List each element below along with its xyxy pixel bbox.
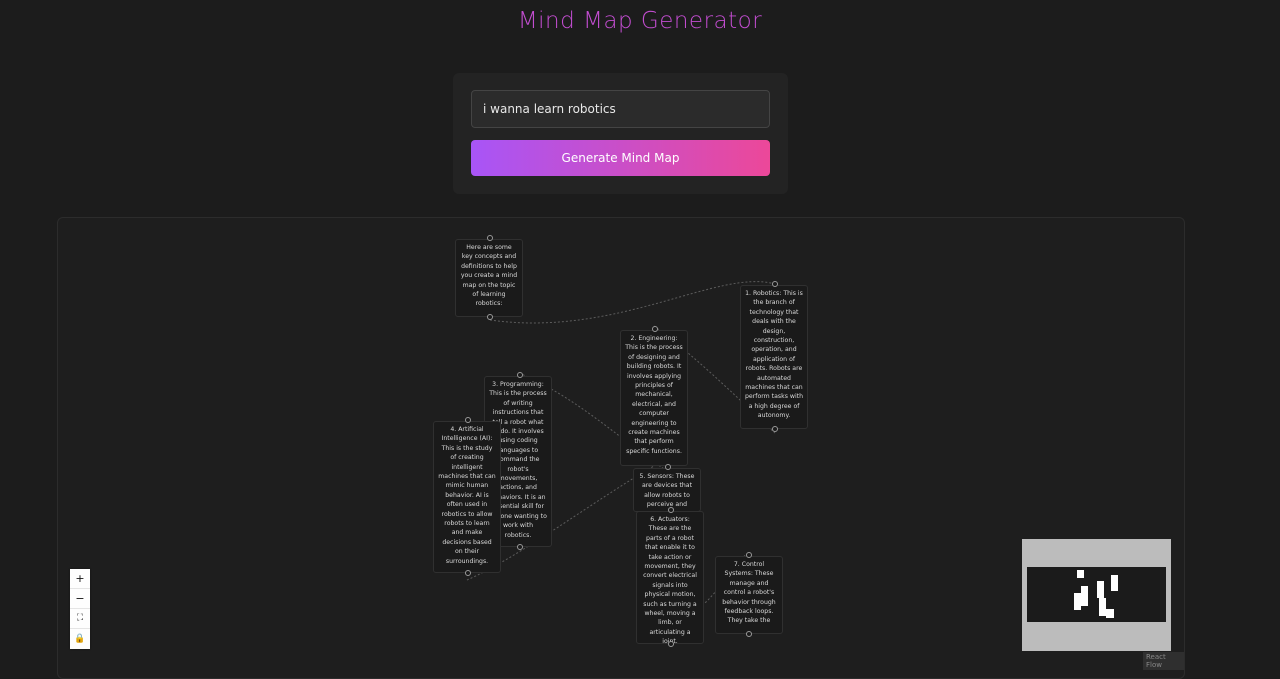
node-text: 5. Sensors: These are devices that allow… [639, 473, 695, 509]
node-text: 4. Artificial Intelligence (AI): This is… [438, 426, 496, 565]
lock-icon[interactable]: 🔒 [70, 629, 90, 649]
node-handle[interactable] [487, 235, 493, 241]
prompt-input[interactable] [471, 90, 770, 128]
flow-controls: + − ⛶ 🔒 [70, 569, 90, 649]
mind-map-canvas[interactable]: Here are some key concepts and definitio… [57, 217, 1185, 679]
node-handle[interactable] [668, 507, 674, 513]
minimap[interactable] [1022, 539, 1171, 651]
node-handle[interactable] [487, 314, 493, 320]
node-handle[interactable] [746, 631, 752, 637]
fit-view-icon[interactable]: ⛶ [70, 609, 90, 629]
node-text: 7. Control Systems: These manage and con… [722, 561, 776, 625]
node-text: Here are some key concepts and definitio… [460, 244, 518, 308]
node-handle[interactable] [517, 544, 523, 550]
edge-intro-robotics [489, 281, 776, 324]
node-handle[interactable] [465, 570, 471, 576]
minimap-node [1111, 575, 1118, 591]
minimap-node [1077, 570, 1084, 578]
minimap-viewport [1027, 567, 1166, 622]
mind-map-node[interactable]: 5. Sensors: These are devices that allow… [633, 468, 701, 512]
node-handle[interactable] [746, 552, 752, 558]
minimap-node [1099, 598, 1106, 616]
mind-map-node[interactable]: 1. Robotics: This is the branch of techn… [740, 285, 808, 429]
mind-map-node[interactable]: Here are some key concepts and definitio… [455, 239, 523, 317]
attribution-link[interactable]: React Flow [1143, 652, 1184, 670]
node-text: 1. Robotics: This is the branch of techn… [745, 290, 804, 420]
mind-map-node[interactable]: 6. Actuators: These are the parts of a r… [636, 511, 704, 644]
node-handle[interactable] [772, 426, 778, 432]
mind-map-node[interactable]: 4. Artificial Intelligence (AI): This is… [433, 421, 501, 573]
minimap-node [1097, 581, 1104, 598]
node-text: 2. Engineering: This is the process of d… [625, 335, 683, 455]
node-handle[interactable] [465, 417, 471, 423]
node-handle[interactable] [668, 641, 674, 647]
minimap-node [1106, 609, 1114, 618]
node-handle[interactable] [652, 326, 658, 332]
node-text: 6. Actuators: These are the parts of a r… [643, 516, 697, 643]
page-title: Mind Map Generator [517, 8, 763, 34]
node-handle[interactable] [665, 464, 671, 470]
minimap-node [1074, 593, 1081, 610]
minimap-node [1081, 586, 1088, 606]
generate-mind-map-button[interactable]: Generate Mind Map [471, 140, 770, 176]
prompt-form: Generate Mind Map [453, 73, 788, 194]
zoom-out-icon[interactable]: − [70, 589, 90, 609]
node-handle[interactable] [772, 281, 778, 287]
node-handle[interactable] [517, 372, 523, 378]
mind-map-node[interactable]: 7. Control Systems: These manage and con… [715, 556, 783, 634]
mind-map-node[interactable]: 2. Engineering: This is the process of d… [620, 330, 688, 466]
zoom-in-icon[interactable]: + [70, 569, 90, 589]
minimap-view [1027, 567, 1166, 622]
